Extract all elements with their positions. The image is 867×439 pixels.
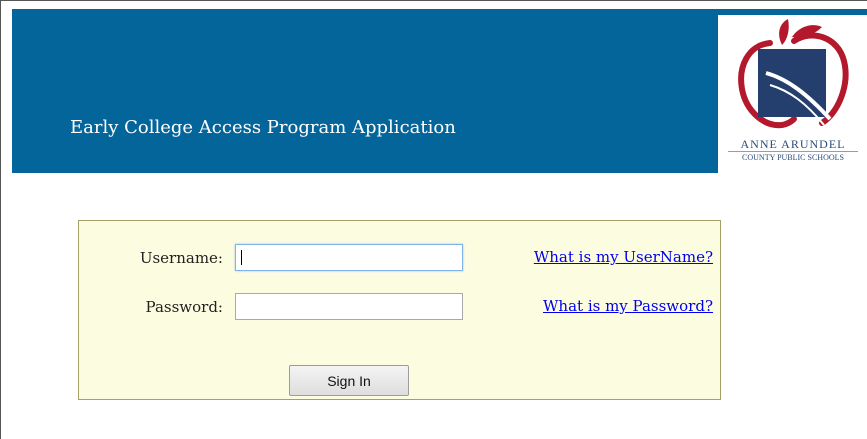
- password-help-link[interactable]: What is my Password?: [543, 297, 713, 315]
- apple-logo-icon: [738, 19, 849, 129]
- district-logo: ANNE ARUNDEL COUNTY PUBLIC SCHOOLS: [718, 15, 867, 173]
- logo-text-line2: COUNTY PUBLIC SCHOOLS: [742, 153, 844, 162]
- login-page: Early College Access Program Application…: [0, 0, 867, 439]
- password-label: Password:: [145, 298, 223, 316]
- username-help-link[interactable]: What is my UserName?: [534, 248, 713, 266]
- header-banner: Early College Access Program Application…: [12, 9, 867, 173]
- logo-text-line1: ANNE ARUNDEL: [740, 137, 846, 151]
- app-title: Early College Access Program Application: [70, 117, 456, 138]
- text-caret: [241, 250, 242, 265]
- sign-in-button[interactable]: Sign In: [289, 365, 409, 396]
- username-label: Username:: [139, 249, 223, 267]
- logo-divider: [728, 151, 858, 152]
- password-input[interactable]: [235, 293, 463, 320]
- username-input[interactable]: [235, 244, 463, 271]
- login-form: Username: What is my UserName? Password:…: [78, 220, 721, 400]
